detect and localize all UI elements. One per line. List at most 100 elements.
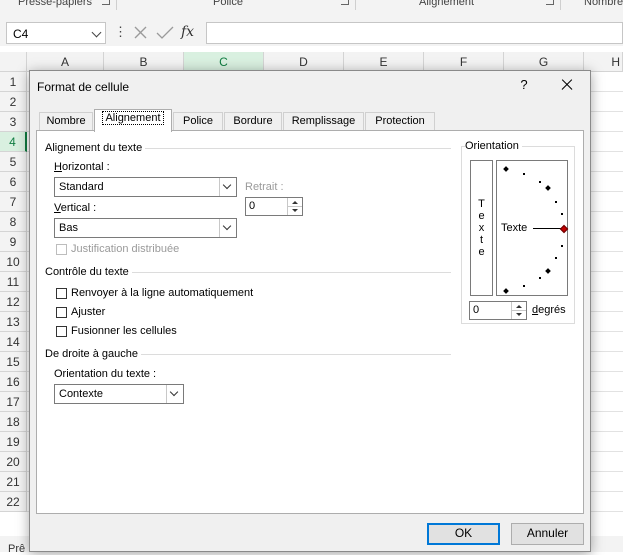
name-box[interactable]: C4 (6, 22, 106, 44)
group-title-text-alignment: Alignement du texte (45, 142, 146, 154)
degrees-label-text: egrés (538, 304, 566, 316)
cancel-button[interactable]: Annuler (511, 523, 584, 545)
row-header-4[interactable]: 4 (0, 132, 27, 152)
row-header-14[interactable]: 14 (0, 332, 27, 352)
tab-label: Alignement (102, 111, 164, 125)
ribbon-group-font: Police (213, 0, 243, 8)
close-icon[interactable] (558, 76, 576, 94)
column-header-h[interactable]: H (584, 52, 623, 72)
format-cells-dialog: Format de cellule ? Nombre Alignement Po… (29, 70, 591, 552)
ok-button[interactable]: OK (427, 523, 500, 545)
formula-buttons: fx (128, 22, 204, 44)
orientation-handle-icon[interactable] (559, 224, 569, 234)
dial-marker-icon (545, 268, 551, 274)
row-header-8[interactable]: 8 (0, 212, 27, 232)
ribbon-group-clipboard: Presse-papiers (18, 0, 92, 8)
dial-tick-icon (539, 277, 541, 279)
shrink-to-fit-checkbox[interactable] (56, 307, 67, 318)
row-header-16[interactable]: 16 (0, 372, 27, 392)
help-button[interactable]: ? (517, 77, 531, 93)
row-header-13[interactable]: 13 (0, 312, 27, 332)
row-header-7[interactable]: 7 (0, 192, 27, 212)
chevron-down-icon[interactable] (91, 27, 102, 38)
column-header-f[interactable]: F (424, 52, 504, 72)
spin-up-icon[interactable] (287, 198, 302, 207)
vertical-text-button[interactable]: T e x t e (470, 160, 493, 296)
row-header-10[interactable]: 10 (0, 252, 27, 272)
vertical-text-char: x (478, 222, 485, 234)
dialog-title: Format de cellule (37, 80, 130, 94)
tab-label: Remplissage (291, 115, 356, 127)
degrees-spinner[interactable]: 0 (469, 301, 527, 320)
justify-distributed-checkbox[interactable] (56, 244, 67, 255)
row-header-12[interactable]: 12 (0, 292, 27, 312)
chevron-down-icon[interactable] (219, 219, 236, 237)
column-header-b[interactable]: B (104, 52, 184, 72)
wrap-text-checkbox[interactable] (56, 288, 67, 299)
row-header-5[interactable]: 5 (0, 152, 27, 172)
formula-input[interactable] (206, 22, 623, 44)
check-icon (156, 26, 174, 39)
dial-tick-icon (561, 245, 563, 247)
dialog-launcher-icon[interactable] (546, 0, 554, 5)
vertical-label-text: ertical : (60, 202, 97, 214)
column-header-a[interactable]: A (27, 52, 104, 72)
column-header-g[interactable]: G (504, 52, 584, 72)
dialog-launcher-icon[interactable] (102, 0, 110, 5)
text-direction-select[interactable]: Contexte (54, 384, 184, 404)
text-direction-value: Contexte (59, 388, 104, 400)
merge-cells-checkbox[interactable] (56, 326, 67, 337)
row-header-18[interactable]: 18 (0, 412, 27, 432)
select-all-corner[interactable] (0, 52, 27, 72)
dial-tick-icon (523, 173, 525, 175)
row-header-21[interactable]: 21 (0, 472, 27, 492)
degrees-label: degrés (532, 304, 566, 316)
tab-alignement[interactable]: Alignement (94, 109, 172, 132)
spin-down-icon[interactable] (287, 207, 302, 215)
vertical-select[interactable]: Bas (54, 218, 237, 238)
row-header-1[interactable]: 1 (0, 72, 27, 92)
column-header-c[interactable]: C (184, 52, 264, 72)
more-vertical-icon[interactable]: ⋮ (114, 24, 127, 40)
row-header-9[interactable]: 9 (0, 232, 27, 252)
row-header-2[interactable]: 2 (0, 92, 27, 112)
ribbon-separator (560, 0, 561, 10)
orientation-dial[interactable]: Texte (496, 160, 569, 296)
vertical-text-char: e (478, 210, 485, 222)
horizontal-select[interactable]: Standard (54, 177, 237, 197)
tab-nombre[interactable]: Nombre (39, 112, 93, 131)
tab-label: Nombre (46, 115, 86, 127)
horizontal-label-text: orizontal : (61, 161, 110, 173)
tab-remplissage[interactable]: Remplissage (283, 112, 364, 131)
dial-marker-icon (503, 166, 509, 172)
chevron-down-icon[interactable] (219, 178, 236, 196)
dialog-launcher-icon[interactable] (341, 0, 349, 5)
vertical-value: Bas (59, 222, 78, 234)
merge-cells-label: Fusionner les cellules (71, 325, 177, 337)
dial-tick-icon (523, 285, 525, 287)
chevron-down-icon[interactable] (166, 385, 183, 403)
dial-text: Texte (501, 222, 528, 234)
indent-spinner[interactable]: 0 (245, 197, 303, 216)
spin-up-icon[interactable] (511, 302, 526, 311)
row-header-3[interactable]: 3 (0, 112, 27, 132)
row-header-15[interactable]: 15 (0, 352, 27, 372)
row-header-19[interactable]: 19 (0, 432, 27, 452)
tab-label: Police (183, 115, 213, 127)
shrink-to-fit-label: Ajuster (71, 306, 106, 318)
column-header-e[interactable]: E (344, 52, 424, 72)
row-header-20[interactable]: 20 (0, 452, 27, 472)
orientation-needle[interactable] (533, 228, 561, 229)
dial-marker-icon (545, 185, 551, 191)
tab-police[interactable]: Police (173, 112, 223, 131)
row-header-11[interactable]: 11 (0, 272, 27, 292)
spin-down-icon[interactable] (511, 311, 526, 319)
tab-bordure[interactable]: Bordure (224, 112, 282, 131)
column-header-d[interactable]: D (264, 52, 344, 72)
insert-function-button[interactable]: fx (181, 24, 194, 40)
tab-protection[interactable]: Protection (365, 112, 435, 131)
dial-tick-icon (539, 181, 541, 183)
row-header-17[interactable]: 17 (0, 392, 27, 412)
row-header-6[interactable]: 6 (0, 172, 27, 192)
row-header-22[interactable]: 22 (0, 492, 27, 512)
